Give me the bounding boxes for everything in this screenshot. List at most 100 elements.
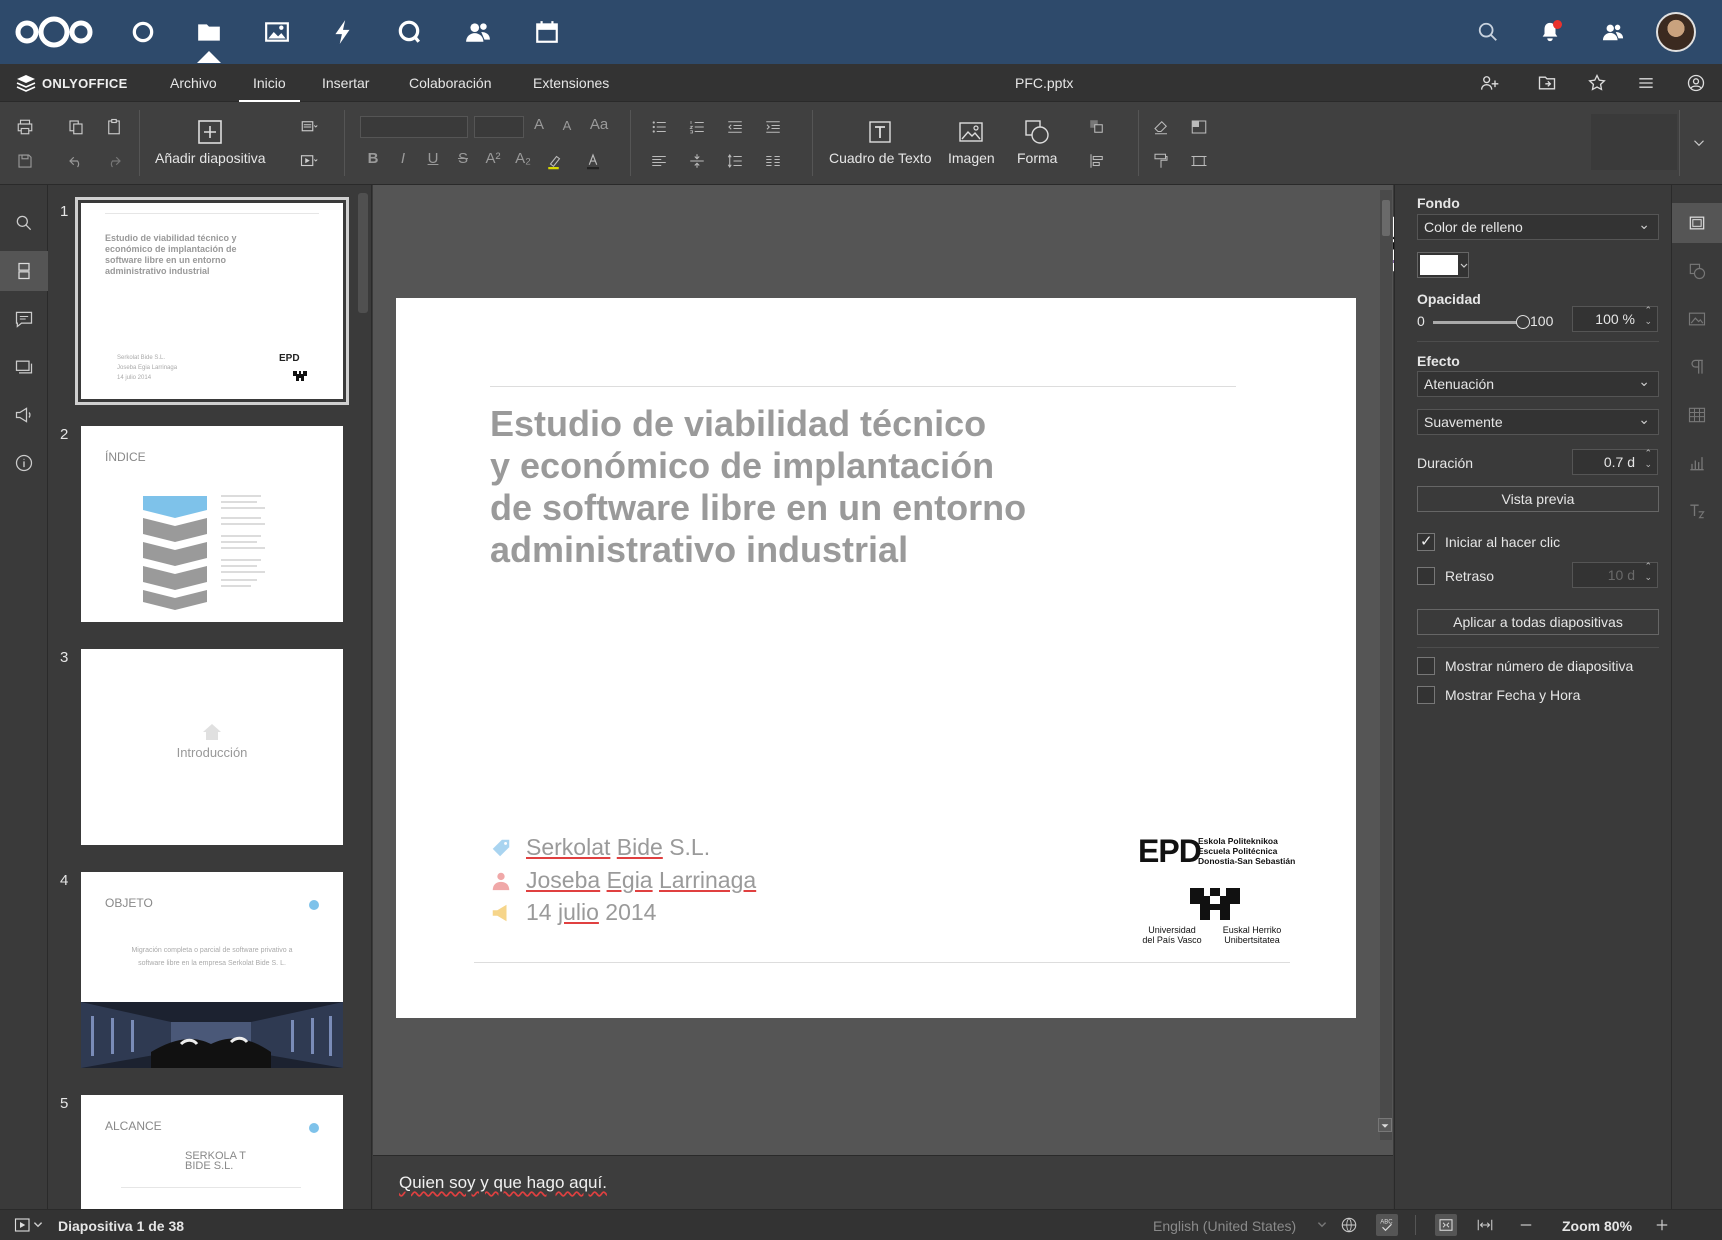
align-left-icon[interactable]	[648, 150, 670, 172]
image-settings-icon[interactable]	[1672, 299, 1722, 339]
dashboard-icon[interactable]	[123, 12, 163, 52]
themes-expand-icon[interactable]	[1688, 132, 1710, 154]
spell-check-icon[interactable]: ABC	[1376, 1214, 1398, 1236]
table-settings-icon[interactable]	[1672, 395, 1722, 435]
show-date-time-checkbox[interactable]	[1417, 686, 1435, 704]
add-slide-button[interactable]: Añadir diapositiva	[155, 118, 266, 166]
fill-color-picker[interactable]	[1417, 252, 1469, 278]
line-spacing-icon[interactable]	[724, 150, 746, 172]
nextcloud-logo[interactable]	[14, 14, 94, 50]
zoom-out-icon[interactable]	[1515, 1214, 1537, 1236]
apply-all-slides-button[interactable]: Aplicar a todas diapositivas	[1417, 609, 1659, 635]
chat-icon[interactable]	[0, 347, 48, 387]
find-icon[interactable]	[0, 203, 48, 243]
shape-button[interactable]: Forma	[1017, 118, 1057, 166]
about-info-icon[interactable]	[0, 443, 48, 483]
duration-spinner[interactable]: 0.7 d	[1572, 448, 1658, 475]
slide-thumbnail-4[interactable]: OBJETO Migración completa o parcial de s…	[81, 872, 343, 1068]
strikethrough-icon[interactable]: S	[452, 150, 474, 167]
clear-style-icon[interactable]	[1150, 116, 1172, 138]
slide-settings-icon[interactable]	[1672, 203, 1722, 243]
zoom-in-icon[interactable]	[1651, 1214, 1673, 1236]
slide-date[interactable]: 14 julio 2014	[490, 899, 656, 926]
effect-select[interactable]: Atenuación	[1417, 369, 1659, 397]
share-users-icon[interactable]	[1478, 71, 1502, 95]
opacity-spinner[interactable]: 100 %	[1572, 305, 1658, 332]
slide-author[interactable]: Joseba Egia Larrinaga	[490, 867, 756, 894]
highlight-icon[interactable]	[544, 150, 566, 172]
text-art-settings-icon[interactable]	[1672, 491, 1722, 531]
chevron-down-icon[interactable]	[32, 1214, 44, 1236]
columns-icon[interactable]	[762, 150, 784, 172]
slideshow-icon[interactable]	[298, 150, 320, 172]
favorite-star-icon[interactable]	[1585, 71, 1609, 95]
subscript-icon[interactable]: A₂	[512, 150, 534, 167]
font-size-combo[interactable]	[474, 116, 524, 138]
decrease-font-icon[interactable]: A	[556, 118, 578, 133]
slide-layout-icon[interactable]	[298, 116, 320, 138]
tab-insertar[interactable]: Insertar	[308, 64, 383, 102]
feedback-icon[interactable]	[0, 395, 48, 435]
redo-icon[interactable]	[103, 150, 125, 172]
current-slide[interactable]: Estudio de viabilidad técnico y económic…	[396, 298, 1356, 1018]
slide-size-icon[interactable]	[1188, 150, 1210, 172]
fit-width-icon[interactable]	[1474, 1214, 1496, 1236]
slide-thumbnail-5[interactable]: ALCANCE SERKOLA T BIDE S.L.	[81, 1095, 343, 1209]
undo-icon[interactable]	[65, 150, 87, 172]
start-slideshow-icon[interactable]	[12, 1214, 34, 1236]
underline-icon[interactable]: U	[422, 150, 444, 167]
shape-settings-icon[interactable]	[1672, 251, 1722, 291]
thumbnails-scrollbar[interactable]	[358, 193, 368, 313]
increase-indent-icon[interactable]	[762, 116, 784, 138]
fit-slide-icon[interactable]	[1435, 1214, 1457, 1236]
superscript-icon[interactable]: A²	[482, 150, 504, 167]
contacts-icon[interactable]	[458, 12, 498, 52]
chart-settings-icon[interactable]	[1672, 443, 1722, 483]
tab-extensiones[interactable]: Extensiones	[519, 64, 623, 102]
text-language[interactable]: English (United States)	[1153, 1218, 1296, 1234]
notifications-icon[interactable]	[1530, 12, 1570, 52]
paste-icon[interactable]	[103, 116, 125, 138]
print-icon[interactable]	[14, 116, 36, 138]
copy-style-icon[interactable]	[1150, 150, 1172, 172]
tab-archivo[interactable]: Archivo	[156, 64, 231, 102]
numbering-icon[interactable]	[686, 116, 708, 138]
slide-thumbnail-1[interactable]: Estudio de viabilidad técnico y económic…	[75, 197, 349, 405]
increase-font-icon[interactable]: A	[528, 116, 550, 133]
slides-panel-icon[interactable]	[0, 251, 48, 291]
font-name-combo[interactable]	[360, 116, 468, 138]
opacity-slider-track[interactable]	[1433, 315, 1530, 329]
delay-checkbox[interactable]	[1417, 567, 1435, 585]
fill-type-select[interactable]: Color de relleno	[1417, 212, 1659, 240]
bullets-icon[interactable]	[648, 116, 670, 138]
account-icon[interactable]	[1684, 71, 1708, 95]
contacts-menu-icon[interactable]	[1593, 12, 1633, 52]
text-box-button[interactable]: Cuadro de Texto	[829, 118, 931, 166]
decrease-indent-icon[interactable]	[724, 116, 746, 138]
show-slide-number-checkbox[interactable]	[1417, 657, 1435, 675]
hamburger-menu-icon[interactable]	[1634, 71, 1658, 95]
bold-icon[interactable]: B	[362, 150, 384, 167]
slide-thumbnail-2[interactable]: ÍNDICE	[81, 426, 343, 622]
arrange-icon[interactable]	[1086, 116, 1108, 138]
search-icon[interactable]	[1468, 12, 1508, 52]
search-talk-icon[interactable]	[389, 12, 429, 52]
slide-notes[interactable]: Quien soy y que hago aquí.	[373, 1155, 1393, 1209]
vertical-align-icon[interactable]	[686, 150, 708, 172]
effect-type-select[interactable]: Suavemente	[1417, 407, 1659, 435]
preview-button[interactable]: Vista previa	[1417, 486, 1659, 512]
calendar-icon[interactable]	[527, 12, 567, 52]
image-button[interactable]: Imagen	[948, 118, 995, 166]
change-case-icon[interactable]: Aa	[584, 116, 614, 133]
italic-icon[interactable]: I	[392, 150, 414, 167]
canvas-scroll-thumb[interactable]	[1382, 200, 1390, 236]
activity-icon[interactable]	[323, 12, 363, 52]
save-icon[interactable]	[14, 150, 36, 172]
comments-icon[interactable]	[0, 299, 48, 339]
font-color-icon[interactable]	[582, 150, 604, 172]
photos-icon[interactable]	[257, 12, 297, 52]
slide-thumbnail-3[interactable]: Introducción	[81, 649, 343, 845]
open-location-icon[interactable]	[1535, 71, 1559, 95]
next-slide-button[interactable]	[1378, 1118, 1392, 1132]
align-objects-icon[interactable]	[1086, 150, 1108, 172]
